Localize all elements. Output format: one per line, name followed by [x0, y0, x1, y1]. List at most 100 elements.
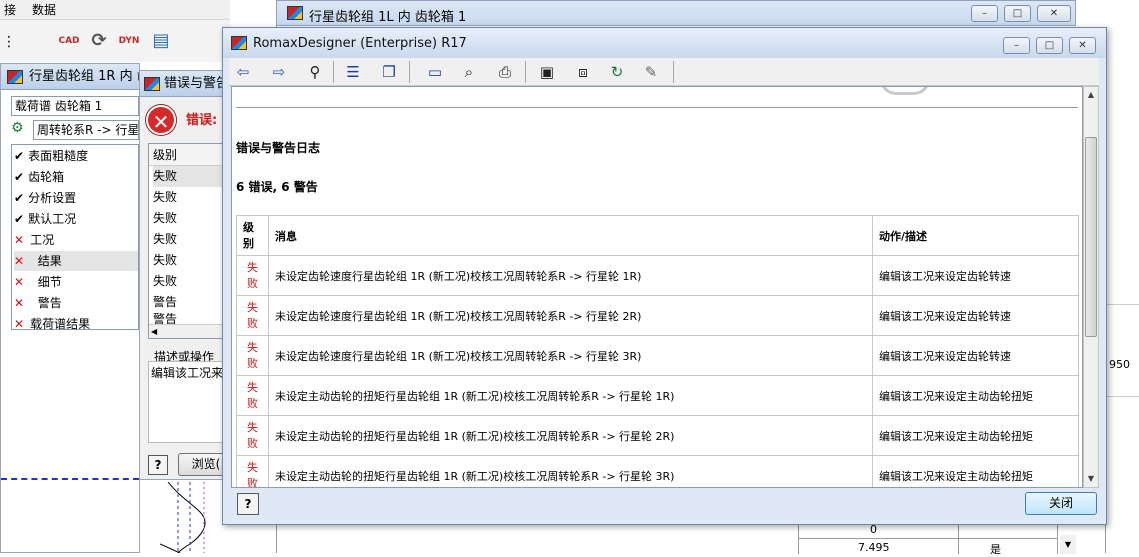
action-cell: 编辑该工况来设定主动齿轮扭矩: [872, 375, 1079, 416]
list-item[interactable]: 失败: [153, 187, 177, 208]
list-item[interactable]: 警告: [153, 292, 177, 313]
menu-item-data[interactable]: 数据: [28, 1, 60, 18]
table-row: 失败 未设定主动齿轮的扭矩行星齿轮组 1R (新工况)校核工况周转轮系R -> …: [236, 375, 1079, 416]
error-dialog-titlebar: 错误与警告: [140, 71, 228, 97]
tree-item[interactable]: ✔ 表面粗糙度: [14, 146, 88, 166]
action-cell: 编辑该工况来设定齿轮转速: [872, 255, 1079, 296]
tree-item[interactable]: ✕ 警告: [14, 293, 62, 313]
level-cell: 失败: [236, 335, 269, 376]
horizontal-scrollbar[interactable]: ◀: [149, 324, 229, 338]
list-item[interactable]: 失败: [153, 166, 229, 187]
background-toolbar: ⋮ CAD ⟳ DYN ▤: [0, 20, 230, 62]
close-button[interactable]: 关闭: [1025, 492, 1097, 515]
maximize-button[interactable]: □: [1004, 5, 1031, 22]
level-cell: 失败: [236, 455, 269, 487]
message-cell: 未设定齿轮速度行星齿轮组 1R (新工况)校核工况周转轮系R -> 行星轮 1R…: [268, 255, 873, 296]
log-heading: 错误与警告日志: [236, 141, 321, 155]
log-summary: 6 错误, 6 警告: [236, 180, 318, 194]
action-cell: 编辑该工况来设定主动齿轮扭矩: [872, 455, 1079, 487]
error-label: 错误:: [186, 113, 218, 128]
toolbar-separator: [525, 61, 526, 83]
minimize-button[interactable]: –: [1003, 37, 1030, 54]
refresh-icon[interactable]: ⟳: [86, 28, 112, 54]
toolbar-separator: [673, 61, 674, 83]
maximize-button[interactable]: □: [1036, 37, 1063, 54]
list-item[interactable]: 失败: [153, 229, 177, 250]
error-icon: ✕: [146, 105, 176, 135]
find-icon[interactable]: ⚲: [303, 60, 327, 84]
drawing-line: [1, 478, 139, 480]
error-dialog-title: 错误与警告: [164, 76, 228, 91]
cad-icon[interactable]: CAD: [56, 28, 82, 54]
tree-item[interactable]: ✕ 细节: [14, 272, 62, 292]
back-icon[interactable]: ⇦: [231, 60, 255, 84]
action-cell: 编辑该工况来设定齿轮转速: [872, 295, 1079, 336]
copy-icon[interactable]: ❐: [377, 60, 401, 84]
action-cell: 编辑该工况来设定主动齿轮扭矩: [872, 415, 1079, 456]
table-row: 失败 未设定齿轮速度行星齿轮组 1R (新工况)校核工况周转轮系R -> 行星轮…: [236, 335, 1079, 376]
check-icon: ✔: [14, 212, 25, 226]
tree-item[interactable]: ✔ 齿轮箱: [14, 167, 64, 187]
table-row: 失败 未设定主动齿轮的扭矩行星齿轮组 1R (新工况)校核工况周转轮系R -> …: [236, 455, 1079, 487]
close-window-button[interactable]: ✕: [1037, 5, 1071, 22]
list-header[interactable]: 级别: [149, 144, 229, 166]
list-icon[interactable]: ☰: [341, 60, 365, 84]
app-icon: [287, 6, 303, 20]
book-icon[interactable]: ▭: [423, 60, 447, 84]
save-icon[interactable]: ▣: [535, 60, 559, 84]
description-text: 编辑该工况来: [148, 361, 230, 443]
toolbar: ⇦ ⇨ ⚲ ☰ ❐ ▭ ⌕ ⎙ ▣ ⧈ ↻ ✎: [229, 58, 1099, 86]
dialog-footer: ? 关闭: [223, 488, 1106, 524]
table-header-row: 级别 消息 动作/描述: [236, 215, 1079, 256]
left-window-title: 行星齿轮组 1R 内 齿: [29, 69, 139, 84]
column-header-action: 动作/描述: [872, 215, 1079, 256]
help-button[interactable]: ?: [148, 455, 168, 475]
toolbar-separator: [409, 61, 410, 83]
log-table: 级别 消息 动作/描述 失败 未设定齿轮速度行星齿轮组 1R (新工况)校核工况…: [236, 215, 1079, 487]
pin-icon[interactable]: ✎: [639, 60, 663, 84]
left-window-titlebar: 行星齿轮组 1R 内 齿: [1, 64, 139, 90]
column-header-message: 消息: [268, 215, 873, 256]
tree-item[interactable]: ✔ 分析设置: [14, 188, 76, 208]
list-item[interactable]: 失败: [153, 250, 177, 271]
gear-train-combo[interactable]: 周转轮系R -> 行星: [33, 120, 139, 140]
check-icon: ✔: [14, 149, 25, 163]
error-icon: ✕: [14, 317, 25, 331]
tree-item[interactable]: ✕ 结果: [14, 251, 138, 271]
scroll-down-arrow[interactable]: ▼: [1060, 535, 1076, 554]
table-row: 失败 未设定齿轮速度行星齿轮组 1R (新工况)校核工况周转轮系R -> 行星轮…: [236, 295, 1079, 336]
chart-icon[interactable]: ▤: [148, 28, 174, 54]
scroll-up-arrow[interactable]: ▲: [1084, 87, 1098, 103]
message-cell: 未设定主动齿轮的扭矩行星齿轮组 1R (新工况)校核工况周转轮系R -> 行星轮…: [268, 415, 873, 456]
tree-item[interactable]: ✕ 载荷谱结果: [14, 314, 90, 334]
scroll-thumb[interactable]: [1085, 137, 1097, 337]
tree-item[interactable]: ✕ 工况: [14, 230, 54, 250]
background-window-titlebar: 行星齿轮组 1L 内 齿轮箱 1 – □ ✕: [276, 0, 1076, 26]
close-window-button[interactable]: ✕: [1069, 37, 1096, 54]
menu-item-connect[interactable]: 接: [0, 1, 20, 18]
error-icon: ✕: [14, 275, 25, 289]
log-window: RomaxDesigner (Enterprise) R17 – □ ✕ ⇦ ⇨…: [222, 27, 1107, 525]
save-all-icon[interactable]: ⧈: [571, 60, 595, 84]
column-header-level: 级别: [236, 215, 269, 256]
vertical-scrollbar[interactable]: ▲ ▼: [1083, 86, 1099, 488]
preview-icon[interactable]: ⌕: [457, 60, 481, 84]
minimize-button[interactable]: –: [971, 5, 998, 22]
scroll-down-arrow[interactable]: ▼: [1084, 471, 1098, 487]
app-icon: [144, 77, 160, 91]
forward-icon[interactable]: ⇨: [267, 60, 291, 84]
tree-item[interactable]: ✔ 默认工况: [14, 209, 76, 229]
load-case-combo[interactable]: 载荷谱 齿轮箱 1: [11, 96, 139, 116]
check-icon: ✔: [14, 170, 25, 184]
refresh-icon[interactable]: ↻: [605, 60, 629, 84]
help-button[interactable]: ?: [237, 493, 259, 515]
print-icon[interactable]: ⎙: [493, 60, 517, 84]
dyn-icon[interactable]: DYN: [116, 28, 142, 54]
list-item[interactable]: 失败: [153, 271, 177, 292]
error-icon: ✕: [14, 254, 25, 268]
gear-drawing: [159, 481, 222, 554]
message-cell: 未设定齿轮速度行星齿轮组 1R (新工况)校核工况周转轮系R -> 行星轮 3R…: [268, 335, 873, 376]
level-cell: 失败: [236, 375, 269, 416]
list-item[interactable]: 失败: [153, 208, 177, 229]
level-cell: 失败: [236, 295, 269, 336]
